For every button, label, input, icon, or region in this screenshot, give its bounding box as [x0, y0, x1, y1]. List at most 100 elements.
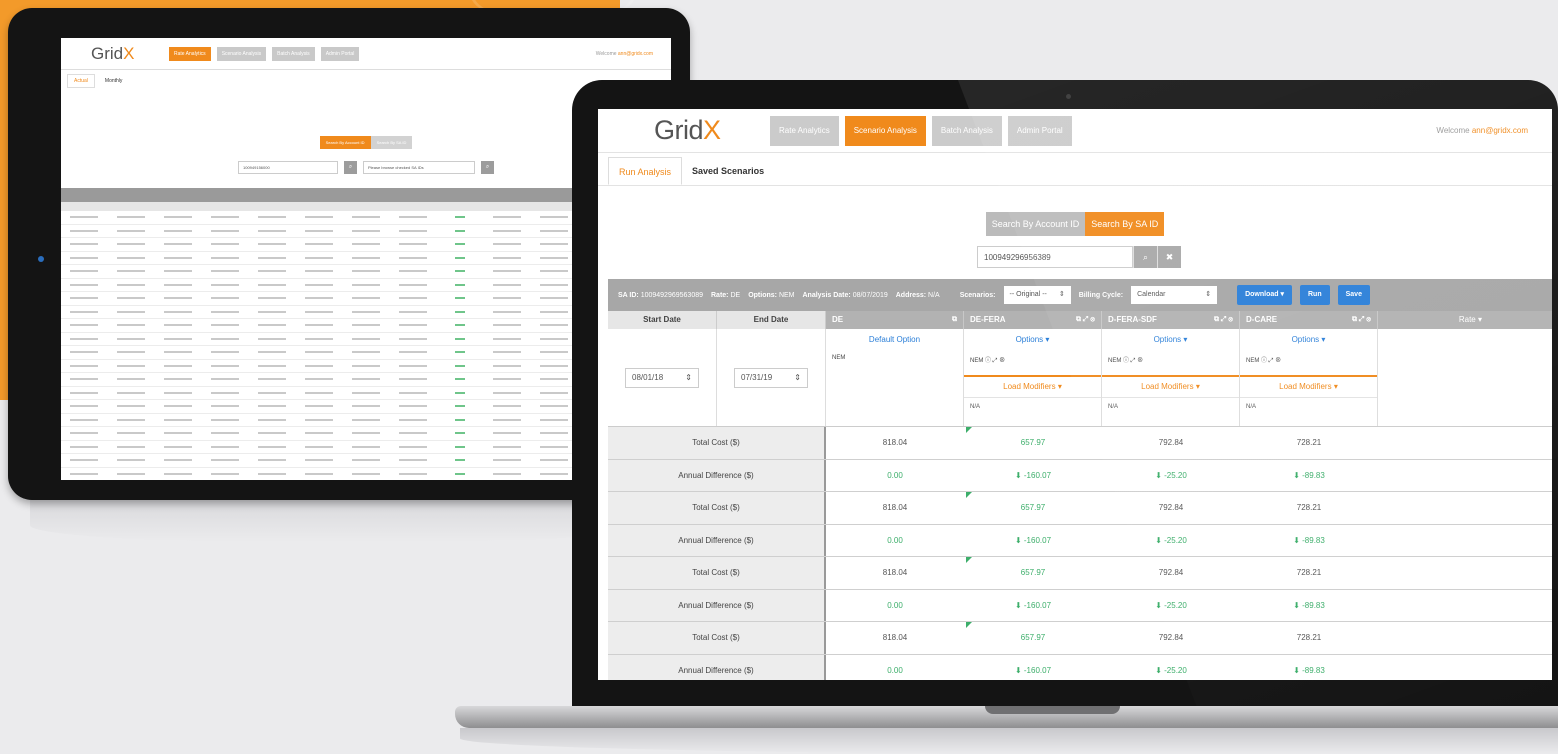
table-cell: 728.21 [1296, 633, 1322, 642]
table-row: Annual Difference ($) 0.00 ⬇ -160.07 ⬇ -25.… [608, 589, 1552, 622]
tablet-search-icon[interactable]: ⌕ [344, 161, 357, 174]
tablet-table-cell [249, 265, 296, 278]
options-info: Options: NEM [748, 291, 795, 299]
na-label: N/A [964, 397, 1101, 416]
tablet-browse-select[interactable]: Please browse checked SA IDs [363, 161, 475, 174]
tablet-header: GridX Rate Analytics Scenario Analysis B… [61, 38, 671, 70]
load-modifiers-dropdown[interactable]: Load Modifiers ▾ [1240, 375, 1377, 397]
options-dropdown[interactable]: Options ▾ [964, 329, 1101, 351]
tablet-table-cell [389, 400, 436, 413]
tablet-table-cell [249, 319, 296, 332]
options-dropdown[interactable]: Options ▾ [1240, 329, 1377, 351]
subtab-saved-scenarios[interactable]: Saved Scenarios [682, 157, 774, 185]
table-cell: 792.84 [1158, 568, 1184, 577]
sa-id-input[interactable] [977, 246, 1133, 268]
search-by-account-button[interactable]: Search By Account ID [985, 212, 1086, 236]
tablet-table-cell [343, 427, 390, 440]
tablet-table-cell [343, 387, 390, 400]
search-by-sa-button[interactable]: Search By SA ID [1085, 212, 1165, 236]
tablet-search-sa-button[interactable]: Search By SA ID [370, 136, 413, 149]
tablet-table-cell [108, 252, 155, 265]
tablet-table-cell [296, 441, 343, 454]
tablet-table-cell [389, 211, 436, 224]
tablet-table-cell [249, 306, 296, 319]
table-cell: 657.97 [964, 622, 1102, 654]
end-date-picker[interactable]: 07/31/19 ⇕ [734, 367, 808, 388]
tablet-table-cell [202, 468, 249, 481]
export-icon[interactable]: ⧉ [952, 311, 957, 329]
arrow-down-icon: ⬇ [1293, 665, 1303, 675]
search-input-row: ⌕ ✖ [606, 246, 1552, 268]
tablet-table-cell [343, 441, 390, 454]
laptop-shadow [460, 728, 1558, 754]
tablet-table-cell [202, 319, 249, 332]
table-cell: ⬇ -89.83 [1293, 665, 1325, 675]
download-button[interactable]: Download ▾ [1237, 285, 1292, 305]
options-dropdown[interactable]: Options ▾ [1102, 329, 1239, 351]
tablet-table-cell [343, 252, 390, 265]
tablet-table-cell [202, 252, 249, 265]
tablet-tab-admin-portal[interactable]: Admin Portal [320, 46, 360, 61]
tablet-table-cell [61, 468, 108, 481]
table-cell: ⬇ -160.07 [1014, 470, 1052, 480]
table-row: Total Cost ($) 818.04 657.97 792.84 728.21 [608, 427, 1552, 460]
tablet-table-cell [155, 225, 202, 238]
tablet-table-cell [483, 238, 530, 251]
table-cell: 728.21 [1296, 503, 1322, 512]
tab-scenario-analysis[interactable]: Scenario Analysis [844, 115, 926, 146]
edit-icons[interactable]: ⧉ ⤢ ⊗ [1076, 311, 1095, 329]
tablet-tab-scenario-analysis[interactable]: Scenario Analysis [216, 46, 267, 61]
tablet-account-input[interactable]: 100949156000 [238, 161, 338, 174]
tablet-table-cell [343, 319, 390, 332]
table-cell: 657.97 [964, 557, 1102, 589]
close-icon[interactable]: ✖ [1157, 246, 1181, 268]
sa-id-info: SA ID: 1009492969563089 [618, 291, 703, 299]
tablet-table-cell [249, 454, 296, 467]
tablet-table-cell [530, 333, 577, 346]
tablet-table-cell [61, 360, 108, 373]
save-button[interactable]: Save [1337, 285, 1370, 305]
na-label: N/A [1102, 397, 1239, 416]
tab-batch-analysis[interactable]: Batch Analysis [931, 115, 1002, 146]
tablet-subtab-actual[interactable]: Actual [67, 74, 95, 88]
main-tabs: Rate Analytics Scenario Analysis Batch A… [770, 115, 1072, 146]
search-icon[interactable]: ⌕ [1133, 246, 1157, 268]
table-cell: 0.00 [887, 665, 903, 675]
tablet-table-cell [108, 400, 155, 413]
tablet-table-cell [530, 454, 577, 467]
scenarios-select[interactable]: -- Original -- ⇕ [1003, 286, 1071, 304]
tablet-table-cell [249, 400, 296, 413]
tablet-search-account-button[interactable]: Search By Account ID [319, 136, 371, 149]
user-email-link[interactable]: ann@gridx.com [1472, 126, 1528, 135]
tab-rate-analytics[interactable]: Rate Analytics [770, 115, 839, 146]
edit-icons[interactable]: ⧉ ⤢ ⊗ [1352, 311, 1371, 329]
tablet-tab-rate-analytics[interactable]: Rate Analytics [169, 46, 211, 61]
tablet-table-cell [483, 225, 530, 238]
tablet-subtab-monthly[interactable]: Monthly [99, 75, 129, 87]
load-modifiers-dropdown[interactable]: Load Modifiers ▾ [964, 375, 1101, 397]
tablet-table-cell [61, 387, 108, 400]
flag-icon [966, 557, 972, 563]
tablet-table-cell [202, 373, 249, 386]
results-table: Total Cost ($) 818.04 657.97 792.84 728.21 An… [608, 427, 1552, 680]
tablet-table-cell [530, 292, 577, 305]
billing-cycle-select[interactable]: Calendar ⇕ [1131, 286, 1218, 304]
tablet-table-cell [108, 346, 155, 359]
edit-icons[interactable]: ⧉ ⤢ ⊗ [1214, 311, 1233, 329]
tablet-tab-batch-analysis[interactable]: Batch Analysis [272, 46, 315, 61]
tab-admin-portal[interactable]: Admin Portal [1007, 115, 1072, 146]
tablet-table-cell [296, 373, 343, 386]
start-date-picker[interactable]: 08/01/18 ⇕ [625, 367, 699, 388]
tablet-go-icon[interactable]: ⌕ [481, 161, 494, 174]
add-rate-dropdown[interactable]: Rate ▾ [1378, 311, 1552, 329]
subtab-run-analysis[interactable]: Run Analysis [608, 156, 683, 185]
table-row: Total Cost ($) 818.04 657.97 792.84 728.21 [608, 492, 1552, 525]
tablet-table-cell [155, 441, 202, 454]
tablet-table-cell [296, 306, 343, 319]
load-modifiers-dropdown[interactable]: Load Modifiers ▾ [1102, 375, 1239, 397]
run-button[interactable]: Run [1300, 285, 1330, 305]
tablet-table-cell [296, 387, 343, 400]
tablet-table-cell [108, 387, 155, 400]
table-cell: 818.04 [882, 568, 908, 577]
table-cell: ⬇ -25.20 [1155, 665, 1187, 675]
